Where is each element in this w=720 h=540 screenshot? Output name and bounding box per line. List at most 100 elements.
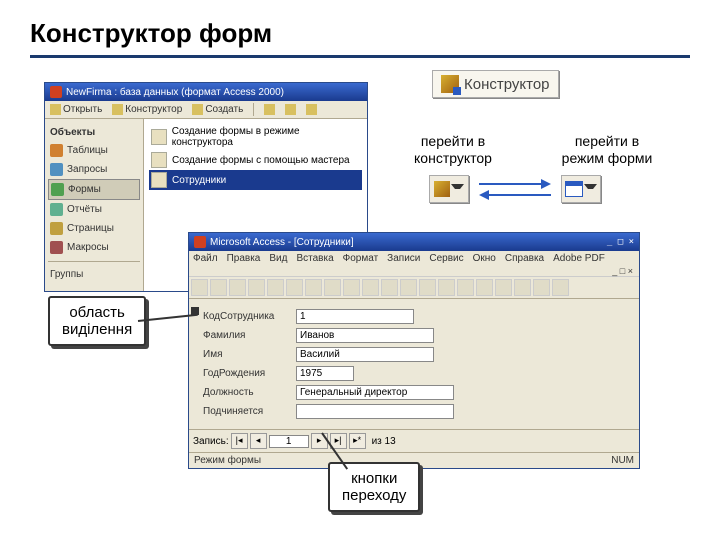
form-window: Microsoft Access - [Сотрудники] _ □ × Фа…: [188, 232, 640, 469]
field-label: КодСотрудника: [203, 311, 288, 322]
form-titlebar: Microsoft Access - [Сотрудники] _ □ ×: [189, 233, 639, 251]
design-button[interactable]: Конструктор: [110, 103, 184, 116]
object-icon: [50, 203, 63, 216]
access-icon: [194, 236, 206, 248]
object-icon: [51, 183, 64, 196]
access-icon: [50, 86, 62, 98]
field-input[interactable]: [296, 347, 434, 362]
form-icon: [151, 129, 167, 145]
toolbar-icon[interactable]: [495, 279, 512, 296]
create-button[interactable]: Создать: [190, 103, 245, 116]
design-icon: [434, 181, 450, 197]
new-icon: [192, 104, 203, 115]
record-navigator: Запись: |◂ ◂ ▸ ▸| ▸* из 13: [189, 429, 639, 452]
toolbar-icon[interactable]: [229, 279, 246, 296]
menu-item[interactable]: Формат: [343, 253, 379, 264]
toolbar-icon[interactable]: [248, 279, 265, 296]
nav-total: из 13: [372, 436, 396, 447]
nav-new-button[interactable]: ▸*: [349, 433, 366, 449]
object-icon: [50, 163, 63, 176]
toolbar-icon[interactable]: [533, 279, 550, 296]
form-title: Microsoft Access - [Сотрудники]: [210, 237, 354, 248]
toolbar-icon[interactable]: [304, 103, 319, 116]
field-label: Имя: [203, 349, 288, 360]
toolbar-icon[interactable]: [514, 279, 531, 296]
toolbar-icon[interactable]: [267, 279, 284, 296]
sidebar-groups[interactable]: Группы: [48, 266, 140, 283]
nav-position-input[interactable]: [269, 435, 309, 448]
object-icon: [50, 241, 63, 254]
toolbar-icon[interactable]: [552, 279, 569, 296]
menu-item[interactable]: Правка: [227, 253, 261, 264]
toolbar-icon[interactable]: [457, 279, 474, 296]
inner-window-controls[interactable]: _ □ ×: [189, 266, 639, 276]
sidebar-item[interactable]: Таблицы: [48, 141, 140, 160]
sidebar-item[interactable]: Страницы: [48, 219, 140, 238]
title-underline: [30, 55, 690, 58]
window-controls[interactable]: _ □ ×: [607, 237, 634, 247]
toolbar-icon[interactable]: [262, 103, 277, 116]
form-toolbar: [189, 276, 639, 299]
switch-arrows: [479, 180, 551, 199]
field-input[interactable]: [296, 328, 434, 343]
menu-item[interactable]: Файл: [193, 253, 218, 264]
sidebar-item[interactable]: Отчёты: [48, 200, 140, 219]
toolbar-icon[interactable]: [476, 279, 493, 296]
design-mode-button[interactable]: [429, 175, 469, 203]
sidebar-item[interactable]: Формы: [48, 179, 140, 200]
open-icon: [50, 104, 61, 115]
menu-item[interactable]: Записи: [387, 253, 420, 264]
object-icon: [50, 222, 63, 235]
field-label: Подчиняется: [203, 406, 288, 417]
toolbar-icon[interactable]: [400, 279, 417, 296]
nav-buttons-callout: кнопки переходу: [328, 462, 420, 512]
menu-item[interactable]: Вид: [269, 253, 287, 264]
arrow-left-icon: [479, 191, 551, 199]
dropdown-icon: [451, 184, 464, 194]
sidebar-item[interactable]: Запросы: [48, 160, 140, 179]
sidebar-header: Объекты: [48, 124, 140, 141]
slide-title: Конструктор форм: [30, 18, 690, 49]
form-icon: [151, 172, 167, 188]
field-label: Должность: [203, 387, 288, 398]
field-input[interactable]: [296, 404, 454, 419]
object-icon: [50, 144, 63, 157]
form-icon: [151, 152, 167, 168]
nav-label: Запись:: [193, 436, 229, 447]
form-mode-button[interactable]: [561, 175, 601, 203]
design-view-button-large[interactable]: Конструктор: [432, 70, 559, 98]
toolbar-icon[interactable]: [419, 279, 436, 296]
design-icon: [112, 104, 123, 115]
menu-item[interactable]: Окно: [473, 253, 496, 264]
db-title: NewFirma : база данных (формат Access 20…: [66, 87, 284, 98]
sidebar-item[interactable]: Макросы: [48, 238, 140, 257]
toolbar-icon[interactable]: [210, 279, 227, 296]
toolbar-icon[interactable]: [438, 279, 455, 296]
open-button[interactable]: Открыть: [48, 103, 104, 116]
toolbar-icon[interactable]: [324, 279, 341, 296]
toolbar-icon[interactable]: [305, 279, 322, 296]
list-item[interactable]: Сотрудники: [149, 170, 362, 190]
toolbar-icon[interactable]: [283, 103, 298, 116]
nav-first-button[interactable]: |◂: [231, 433, 248, 449]
status-left: Режим формы: [194, 455, 261, 466]
dropdown-icon: [584, 184, 597, 194]
menu-item[interactable]: Adobe PDF: [553, 253, 605, 264]
field-label: Фамилия: [203, 330, 288, 341]
menu-item[interactable]: Сервис: [429, 253, 463, 264]
toolbar-icon[interactable]: [343, 279, 360, 296]
toolbar-icon[interactable]: [362, 279, 379, 296]
form-menubar[interactable]: Файл Правка Вид Вставка Формат Записи Сервис Ок…: [189, 251, 639, 266]
field-input[interactable]: [296, 309, 414, 324]
list-item[interactable]: Создание формы в режиме конструктора: [149, 124, 362, 150]
toolbar-icon[interactable]: [286, 279, 303, 296]
status-right: NUM: [611, 455, 634, 466]
field-input[interactable]: [296, 366, 354, 381]
toolbar-icon[interactable]: [381, 279, 398, 296]
menu-item[interactable]: Вставка: [296, 253, 333, 264]
toolbar-icon[interactable]: [191, 279, 208, 296]
list-item[interactable]: Создание формы с помощью мастера: [149, 150, 362, 170]
menu-item[interactable]: Справка: [505, 253, 544, 264]
nav-prev-button[interactable]: ◂: [250, 433, 267, 449]
field-input[interactable]: [296, 385, 454, 400]
